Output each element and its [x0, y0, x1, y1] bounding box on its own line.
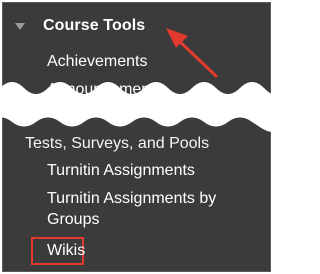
section-title: Course Tools [43, 17, 146, 34]
menu-item-turnitin-assignments[interactable]: Turnitin Assignments [47, 161, 195, 181]
menu-item-turnitin-assignments-by-groups-line2[interactable]: Groups [47, 210, 99, 230]
menu-item-turnitin-assignments-by-groups[interactable]: Turnitin Assignments by [47, 189, 216, 209]
menu-item-achievements[interactable]: Achievements [47, 52, 148, 72]
course-tools-header[interactable]: Course Tools [15, 15, 145, 37]
screenshot-frame: Course Tools Achievements Announcements … [0, 0, 273, 274]
torn-break-overlay [0, 82, 273, 132]
triangle-down-icon[interactable] [15, 22, 25, 30]
menu-item-wikis[interactable]: Wikis [47, 241, 85, 261]
